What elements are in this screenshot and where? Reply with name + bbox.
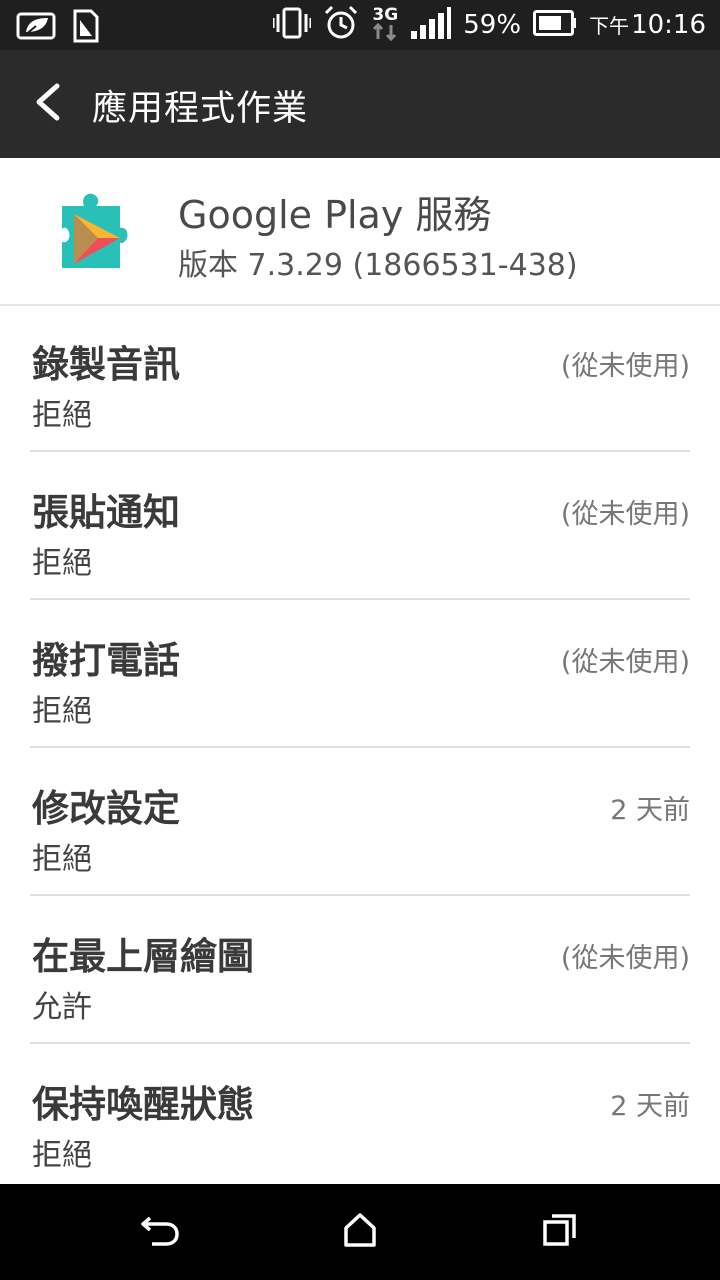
permission-last-used: (從未使用) — [560, 499, 690, 530]
permission-title: 錄製音訊 — [32, 343, 180, 386]
permission-item-keep-awake[interactable]: 保持喚醒狀態 拒絕 2 天前 — [30, 1044, 690, 1192]
permission-last-used: (從未使用) — [560, 647, 690, 678]
permission-item-call-phone[interactable]: 撥打電話 拒絕 (從未使用) — [30, 600, 690, 748]
vibrate-icon — [272, 6, 312, 44]
permission-last-used: 2 天前 — [610, 1091, 690, 1122]
signal-icon — [411, 7, 452, 43]
nav-back-button[interactable] — [134, 1206, 186, 1258]
permission-last-used: (從未使用) — [560, 943, 690, 974]
nav-home-button[interactable] — [334, 1206, 386, 1258]
battery-icon — [533, 10, 577, 40]
battery-percent: 59% — [463, 10, 522, 40]
permission-list: 錄製音訊 拒絕 (從未使用) 張貼通知 拒絕 (從未使用) 撥打電話 拒絕 (從… — [30, 304, 690, 1192]
status-bar: 3G 59% 下午10:16 — [0, 0, 720, 50]
permission-last-used: 2 天前 — [610, 795, 690, 826]
permission-title: 保持喚醒狀態 — [32, 1083, 254, 1126]
chevron-left-icon — [33, 82, 63, 126]
permission-last-used: (從未使用) — [560, 351, 690, 382]
permission-item-modify-settings[interactable]: 修改設定 拒絕 2 天前 — [30, 748, 690, 896]
app-name: Google Play 服務 — [178, 193, 492, 237]
app-header: Google Play 服務 版本 7.3.29 (1866531-438) — [0, 158, 720, 306]
screen-title: 應用程式作業 — [92, 89, 309, 129]
leaf-icon — [16, 8, 58, 48]
permission-title: 張貼通知 — [32, 491, 180, 534]
permission-status: 拒絕 — [32, 546, 92, 581]
google-play-services-icon — [58, 188, 130, 274]
permission-title: 在最上層繪圖 — [32, 935, 254, 978]
sim-icon — [72, 8, 100, 48]
back-icon — [140, 1212, 180, 1252]
app-version: 版本 7.3.29 (1866531-438) — [178, 248, 578, 283]
nav-recent-apps-button[interactable] — [534, 1206, 586, 1258]
network-3g-icon: 3G — [371, 6, 399, 44]
action-bar: 應用程式作業 — [0, 50, 720, 158]
recent-apps-icon — [542, 1212, 578, 1252]
permission-item-draw-over-apps[interactable]: 在最上層繪圖 允許 (從未使用) — [30, 896, 690, 1044]
permission-status: 拒絕 — [32, 842, 92, 877]
permission-status: 拒絕 — [32, 694, 92, 729]
permission-status: 允許 — [32, 990, 92, 1025]
permission-status: 拒絕 — [32, 398, 92, 433]
permission-status: 拒絕 — [32, 1138, 92, 1173]
home-icon — [342, 1212, 378, 1252]
navigation-bar — [0, 1184, 720, 1280]
back-button[interactable] — [20, 76, 76, 132]
permission-item-post-notifications[interactable]: 張貼通知 拒絕 (從未使用) — [30, 452, 690, 600]
permission-title: 撥打電話 — [32, 639, 180, 682]
permission-title: 修改設定 — [32, 787, 180, 830]
clock: 下午10:16 — [589, 10, 706, 40]
alarm-icon — [323, 5, 359, 45]
permission-item-record-audio[interactable]: 錄製音訊 拒絕 (從未使用) — [30, 304, 690, 452]
